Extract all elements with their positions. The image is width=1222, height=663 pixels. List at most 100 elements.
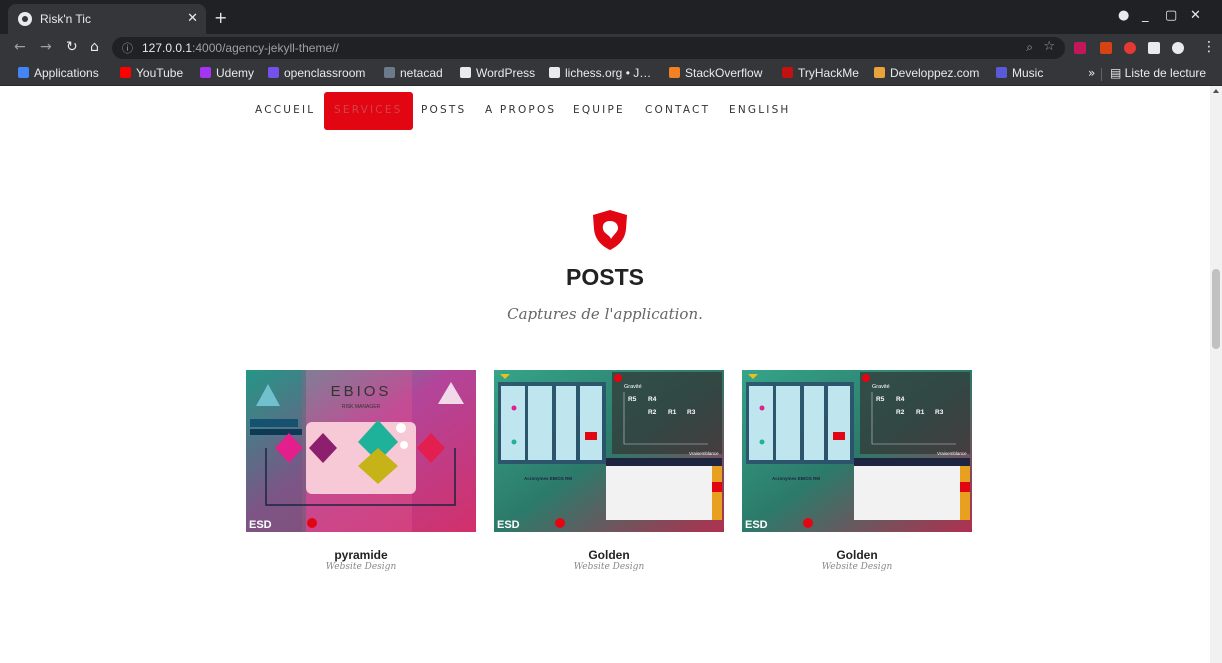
wordpress-icon — [460, 67, 471, 78]
post-category: Website Design — [821, 562, 893, 572]
thumb-heading: EBIOS — [331, 383, 392, 400]
minimize-button[interactable]: _ — [1142, 8, 1149, 23]
matrix-xlabel: Vraisemblance — [689, 451, 719, 456]
portfolio-item[interactable]: EBIOS RISK MANAGER ESD pyramide Website … — [246, 370, 476, 572]
section-title: POSTS — [566, 264, 644, 290]
nav-a-propos[interactable]: A PROPOS — [485, 104, 556, 116]
opera-icon[interactable] — [1124, 42, 1136, 54]
post-title[interactable]: Golden — [742, 548, 972, 562]
thumb-brand: ESD — [249, 519, 272, 531]
tryhackme-icon — [782, 67, 793, 78]
scroll-up-arrow-icon[interactable] — [1213, 89, 1219, 93]
url-text: 127.0.0.1:4000/agency-jekyll-theme// — [142, 41, 339, 55]
matrix-xlabel: Vraisemblance — [937, 451, 967, 456]
stackoverflow-icon — [669, 67, 680, 78]
thumb-brand: ESD — [497, 519, 520, 531]
bookmark-item[interactable]: Developpez.com — [874, 66, 979, 82]
page-viewport: ACCUEIL SERVICES POSTS A PROPOS EQUIPE C… — [0, 86, 1222, 663]
extension-icon[interactable] — [1100, 42, 1112, 54]
thumb-subheading: RISK MANAGER — [342, 404, 381, 410]
post-thumbnail[interactable]: EBIOS RISK MANAGER ESD — [246, 370, 476, 532]
home-icon[interactable]: ⌂ — [90, 39, 99, 55]
portfolio-item[interactable]: Gravité R5 R4 R2 R1 R3 Vraisemblance Acr… — [494, 370, 724, 572]
risk-label: R3 — [935, 409, 944, 416]
nav-posts[interactable]: POSTS — [421, 104, 466, 116]
post-thumbnail[interactable]: Gravité R5 R4 R2 R1 R3 Vraisemblance Acr… — [494, 370, 724, 532]
openclassroom-icon — [268, 67, 279, 78]
post-thumbnail[interactable]: Gravité R5 R4 R2 R1 R3 Vraisemblance Acr… — [742, 370, 972, 532]
profile-icon[interactable]: ● — [1118, 8, 1129, 23]
nav-services[interactable]: SERVICES — [324, 92, 413, 130]
bookmark-star-icon[interactable]: ☆ — [1043, 39, 1055, 54]
youtube-icon — [120, 67, 131, 78]
risk-label: R1 — [916, 409, 925, 416]
site-info-icon[interactable]: ⓘ — [122, 40, 133, 56]
cisco-icon — [384, 67, 395, 78]
post-title[interactable]: pyramide — [246, 548, 476, 562]
udemy-icon — [200, 67, 211, 78]
shield-icon — [593, 210, 627, 250]
avatar[interactable] — [1172, 42, 1184, 54]
panel-title: Acronymes EBIOS RM — [524, 476, 572, 481]
risk-label: R4 — [896, 396, 905, 403]
risk-label: R5 — [876, 396, 885, 403]
site-favicon-icon — [18, 12, 32, 26]
zoom-icon[interactable]: ⌕ — [1026, 40, 1033, 55]
apps-grid-icon — [18, 67, 29, 78]
post-category: Website Design — [573, 562, 645, 572]
restore-button[interactable]: ▢ — [1165, 8, 1177, 23]
reading-list-button[interactable]: ▤ Liste de lecture — [1110, 66, 1206, 80]
nav-contact[interactable]: CONTACT — [645, 104, 710, 116]
section-subtitle: Captures de l'application. — [507, 305, 703, 323]
bookmark-item[interactable]: Music — [996, 66, 1043, 82]
nav-accueil[interactable]: ACCUEIL — [255, 104, 315, 116]
bookmark-item[interactable]: WordPress — [460, 66, 535, 82]
portfolio-item[interactable]: Gravité R5 R4 R2 R1 R3 Vraisemblance Acr… — [742, 370, 972, 572]
address-bar[interactable]: ⓘ 127.0.0.1:4000/agency-jekyll-theme// ⌕… — [112, 37, 1065, 59]
browser-tab-strip: Risk'n Tic ✕ + ● _ ▢ ✕ — [0, 0, 1222, 34]
bookmark-item[interactable]: Udemy — [200, 66, 254, 82]
close-tab-icon[interactable]: ✕ — [187, 11, 198, 26]
risk-label: R5 — [628, 396, 637, 403]
menu-kebab-icon[interactable]: ⋮ — [1202, 39, 1216, 55]
bookmark-item[interactable]: Applications — [18, 66, 99, 82]
bookmark-item[interactable]: openclassroom — [268, 66, 365, 82]
panel-title: Acronymes EBIOS RM — [772, 476, 820, 481]
close-window-button[interactable]: ✕ — [1190, 8, 1201, 23]
developpez-icon — [874, 67, 885, 78]
forward-arrow-icon[interactable]: → — [40, 39, 52, 55]
back-arrow-icon[interactable]: ← — [14, 39, 26, 55]
bookmark-item[interactable]: StackOverflow — [669, 66, 762, 82]
bookmark-item[interactable]: TryHackMe — [782, 66, 859, 82]
bookmarks-bar: Applications YouTube Udemy openclassroom… — [0, 62, 1222, 86]
risk-label: R2 — [648, 409, 657, 416]
divider — [1101, 68, 1102, 81]
tab-title: Risk'n Tic — [40, 12, 91, 26]
reload-icon[interactable]: ↻ — [66, 39, 78, 55]
page-scrollbar[interactable] — [1210, 86, 1222, 663]
scrollbar-thumb[interactable] — [1212, 269, 1220, 349]
lichess-icon — [549, 67, 560, 78]
music-icon — [996, 67, 1007, 78]
bookmark-item[interactable]: YouTube — [120, 66, 183, 82]
extension-icon[interactable] — [1074, 42, 1086, 54]
post-title[interactable]: Golden — [494, 548, 724, 562]
browser-toolbar: ← → ↻ ⌂ ⓘ 127.0.0.1:4000/agency-jekyll-t… — [0, 34, 1222, 62]
nav-english[interactable]: ENGLISH — [729, 104, 791, 116]
matrix-title: Gravité — [624, 384, 642, 390]
more-bookmarks-icon[interactable]: » — [1088, 66, 1095, 80]
thumb-brand: ESD — [745, 519, 768, 531]
risk-label: R3 — [687, 409, 696, 416]
bookmark-item[interactable]: lichess.org • J… — [549, 66, 651, 82]
matrix-title: Gravité — [872, 384, 890, 390]
risk-label: R4 — [648, 396, 657, 403]
nav-equipe[interactable]: EQUIPE — [573, 104, 625, 116]
new-tab-button[interactable]: + — [214, 8, 227, 27]
risk-label: R2 — [896, 409, 905, 416]
bookmark-item[interactable]: netacad — [384, 66, 443, 82]
browser-tab[interactable]: Risk'n Tic ✕ — [8, 4, 206, 34]
extensions-puzzle-icon[interactable] — [1148, 42, 1160, 54]
site-navigation: ACCUEIL SERVICES POSTS A PROPOS EQUIPE C… — [0, 86, 1210, 132]
post-category: Website Design — [325, 562, 397, 572]
risk-label: R1 — [668, 409, 677, 416]
